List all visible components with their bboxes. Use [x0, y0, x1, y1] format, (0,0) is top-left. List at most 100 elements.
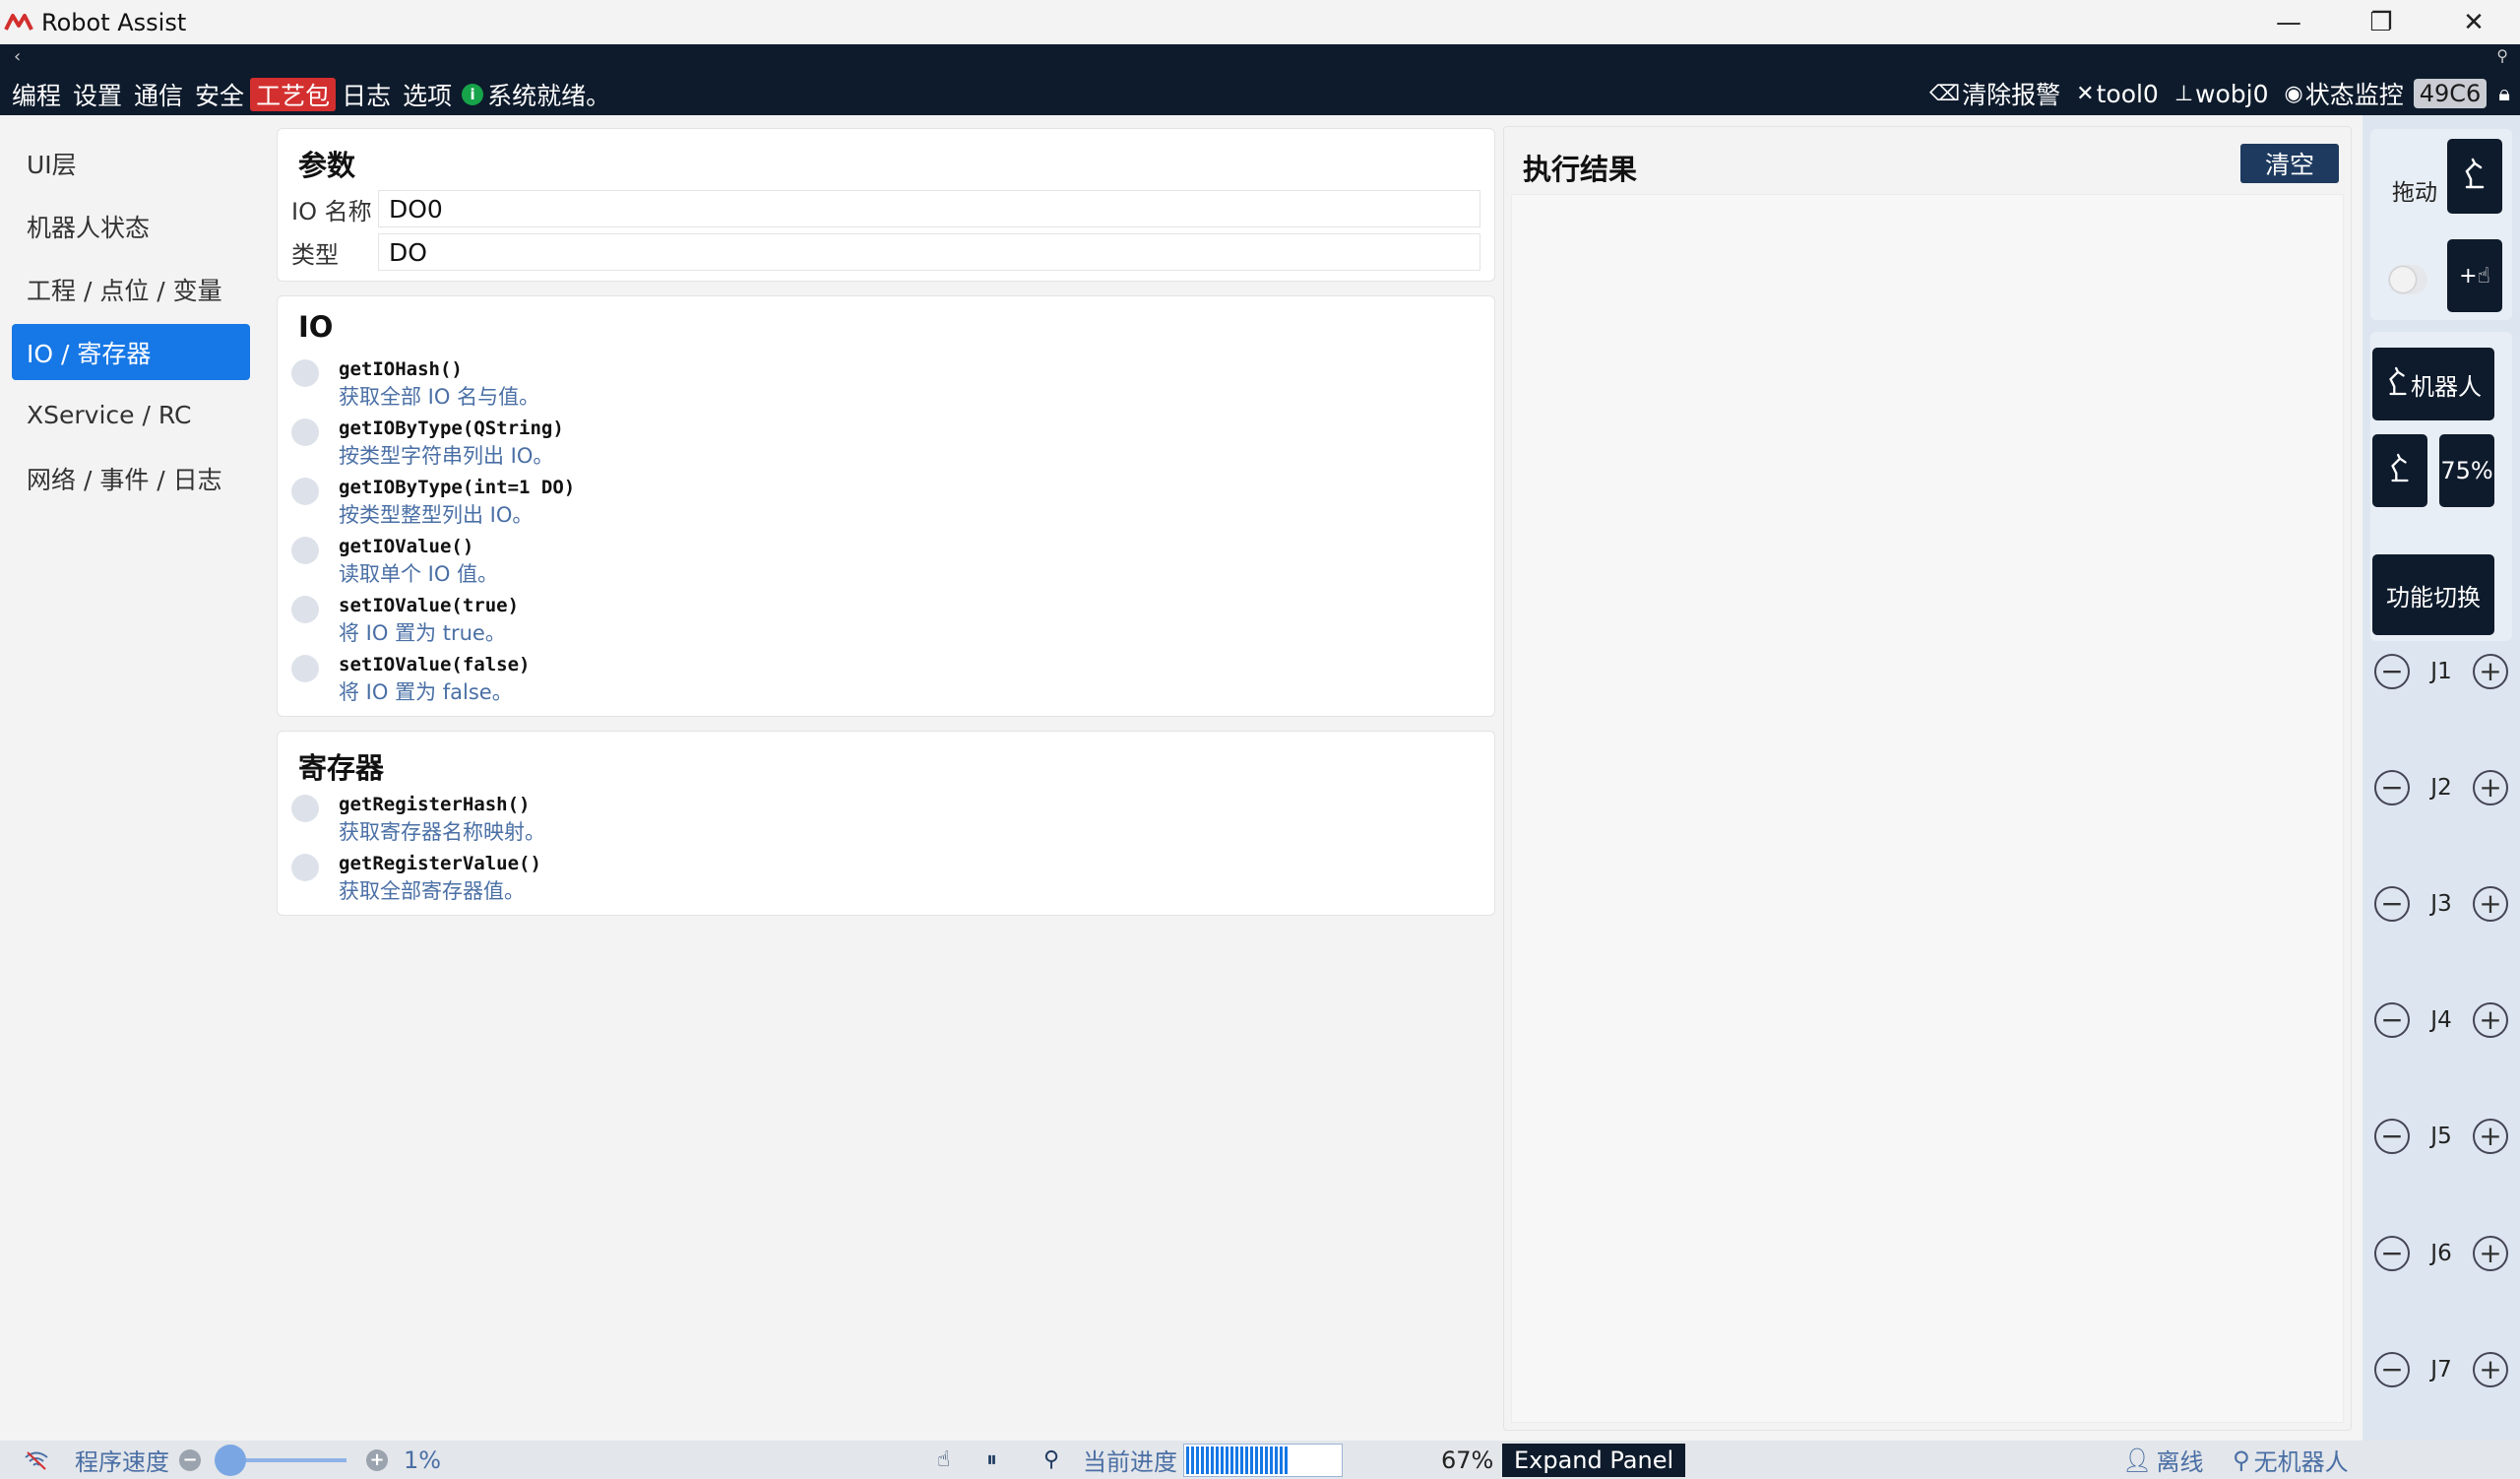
io-function-item[interactable]: getIOByType(QString) 按类型字符串列出 IO。 — [291, 415, 575, 474]
menu-safety[interactable]: 安全 — [189, 78, 250, 111]
sidebar-item-network-events-log[interactable]: 网络 / 事件 / 日志 — [12, 450, 250, 506]
plus-circle-icon[interactable]: + — [2472, 1119, 2508, 1154]
robot-mode-button[interactable] — [2372, 434, 2427, 507]
lock-icon[interactable]: 🔒︎ — [2498, 82, 2510, 106]
expand-panel-button[interactable]: Expand Panel — [1502, 1443, 1686, 1477]
menu-settings[interactable]: 设置 — [67, 78, 128, 111]
back-chevron-icon[interactable]: ‹ — [14, 46, 21, 67]
radio-button[interactable] — [291, 655, 319, 682]
minus-circle-icon[interactable]: − — [2374, 886, 2410, 922]
joint-row-j6: − J6 + — [2374, 1234, 2508, 1273]
io-function-item[interactable]: getIOValue() 读取单个 IO 值。 — [291, 533, 575, 592]
result-title: 执行结果 — [1523, 153, 1638, 186]
joint-label: J7 — [2430, 1357, 2452, 1383]
radio-button[interactable] — [291, 596, 319, 623]
toggle-knob — [2390, 267, 2416, 292]
params-card: 参数 IO 名称 DO0 类型 DO — [277, 128, 1495, 282]
plus-circle-icon[interactable]: + — [2472, 886, 2508, 922]
plus-circle-icon[interactable]: + — [2472, 1002, 2508, 1038]
clear-button[interactable]: 清空 — [2240, 144, 2339, 183]
user-icon: 👤︎ — [2122, 1446, 2153, 1474]
register-function-item[interactable]: getRegisterValue() 获取全部寄存器值。 — [291, 850, 545, 909]
minus-circle-icon[interactable]: − — [2374, 770, 2410, 805]
jog-speed-button[interactable]: 75% — [2439, 434, 2494, 507]
function-name: getRegisterValue() — [339, 853, 541, 874]
io-function-item[interactable]: getIOHash() 获取全部 IO 名与值。 — [291, 355, 575, 415]
expand-panel-wrapper: Expand Panel — [1502, 1441, 1686, 1479]
minus-circle-icon[interactable]: − — [2374, 1002, 2410, 1038]
hand-plus-icon: +☝︎ — [2459, 263, 2490, 289]
radio-button[interactable] — [291, 795, 319, 822]
minus-circle-icon[interactable]: − — [2374, 1352, 2410, 1387]
io-function-item[interactable]: setIOValue(false) 将 IO 置为 false。 — [291, 651, 575, 710]
drag-toggle[interactable] — [2388, 265, 2427, 294]
menu-programming[interactable]: 编程 — [6, 78, 67, 111]
status-monitor-button[interactable]: ◉ 状态监控 — [2284, 76, 2403, 111]
plus-circle-icon[interactable]: + — [2472, 654, 2508, 689]
slider-thumb[interactable] — [215, 1444, 246, 1476]
minus-circle-icon[interactable]: − — [2374, 1236, 2410, 1271]
speed-decrease-button[interactable]: − — [179, 1441, 201, 1479]
io-function-item[interactable]: setIOValue(true) 将 IO 置为 true。 — [291, 592, 575, 651]
drag-robot-button[interactable] — [2447, 139, 2502, 214]
function-name: getIOByType(int=1 DO) — [339, 477, 576, 498]
result-output-area[interactable] — [1511, 194, 2344, 1423]
robot-button[interactable]: 机器人 — [2372, 348, 2494, 420]
type-label: 类型 — [291, 240, 339, 269]
device-code-badge: 49C6 — [2413, 79, 2488, 108]
menu-log[interactable]: 日志 — [336, 78, 397, 111]
search-icon[interactable]: ⚲ — [2496, 46, 2508, 65]
function-switch-button[interactable]: 功能切换 — [2372, 554, 2494, 635]
type-input[interactable]: DO — [378, 233, 1480, 271]
sidebar-item-xservice-rc[interactable]: XService / RC — [12, 387, 250, 443]
progress-segment — [1250, 1446, 1253, 1474]
progress-container — [1183, 1441, 1343, 1479]
progress-segment — [1235, 1446, 1238, 1474]
minus-circle-icon[interactable]: − — [2374, 654, 2410, 689]
radio-button[interactable] — [291, 359, 319, 387]
function-name: getIOHash() — [339, 358, 463, 380]
radio-button[interactable] — [291, 478, 319, 505]
joint-row-j1: − J1 + — [2374, 652, 2508, 691]
clear-alarm-button[interactable]: ⌫ 清除报警 — [1929, 76, 2060, 111]
tool-selector[interactable]: ✕ tool0 — [2076, 80, 2159, 108]
radio-button[interactable] — [291, 537, 319, 564]
menu-communication[interactable]: 通信 — [128, 78, 189, 111]
plus-circle-icon[interactable]: + — [2472, 1352, 2508, 1387]
pause-icon[interactable]: ⏸︎ — [986, 1441, 997, 1479]
menu-process-package[interactable]: 工艺包 — [250, 78, 337, 111]
status-monitor-label: 状态监控 — [2304, 81, 2404, 109]
io-function-item[interactable]: getIOByType(int=1 DO) 按类型整型列出 IO。 — [291, 474, 575, 533]
sidebar-item-robot-status[interactable]: 机器人状态 — [12, 198, 250, 254]
progress-segment — [1240, 1446, 1243, 1474]
minimize-button[interactable]: — — [2242, 0, 2335, 44]
program-speed-slider[interactable] — [215, 1441, 352, 1479]
eye-icon: ◉ — [2284, 81, 2303, 106]
sidebar-item-io-registers[interactable]: IO / 寄存器 — [12, 324, 250, 380]
progress-segment — [1221, 1446, 1224, 1474]
pointer-icon[interactable]: ☝︎ — [937, 1441, 950, 1479]
sidebar-item-ui-layer[interactable]: UI层 — [12, 135, 250, 191]
restore-button[interactable]: ❐ — [2335, 0, 2427, 44]
plus-circle-icon[interactable]: + — [2472, 770, 2508, 805]
close-button[interactable]: ✕ — [2427, 0, 2520, 44]
plus-circle-icon[interactable]: + — [2472, 1236, 2508, 1271]
radio-button[interactable] — [291, 854, 319, 881]
io-function-list: getIOHash() 获取全部 IO 名与值。 getIOByType(QSt… — [291, 355, 575, 710]
minus-circle-icon[interactable]: − — [2374, 1119, 2410, 1154]
speed-increase-button[interactable]: + — [366, 1441, 388, 1479]
sidebar-item-project-points-vars[interactable]: 工程 / 点位 / 变量 — [12, 261, 250, 317]
io-name-input[interactable]: DO0 — [378, 190, 1480, 227]
hand-guide-button[interactable]: +☝︎ — [2447, 239, 2502, 312]
program-speed-value: 1% — [404, 1446, 442, 1474]
wobj-selector[interactable]: ⊥ wobj0 — [2174, 80, 2269, 108]
register-function-item[interactable]: getRegisterHash() 获取寄存器名称映射。 — [291, 791, 545, 850]
joint-row-j7: − J7 + — [2374, 1350, 2508, 1389]
menu-options[interactable]: 选项 — [397, 78, 458, 111]
robot-arm-small-icon[interactable]: ⚲ — [1043, 1441, 1059, 1479]
function-desc: 获取全部 IO 名与值。 — [339, 385, 540, 409]
progress-segment — [1206, 1446, 1209, 1474]
radio-button[interactable] — [291, 418, 319, 446]
function-name: getIOValue() — [339, 536, 474, 557]
joint-label: J6 — [2430, 1241, 2452, 1266]
